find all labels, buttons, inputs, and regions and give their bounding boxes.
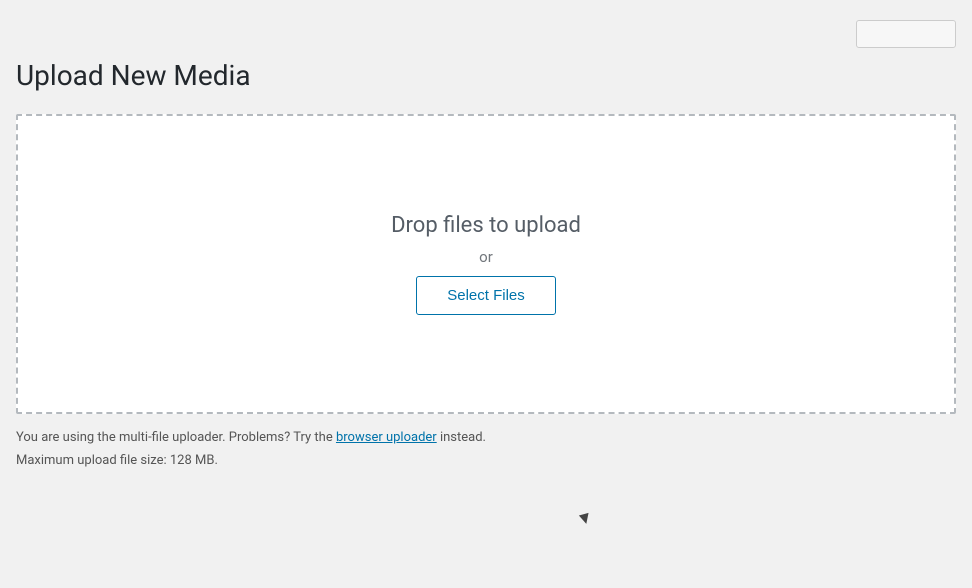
drop-files-text: Drop files to upload <box>391 213 581 238</box>
browser-uploader-link[interactable]: browser uploader <box>336 430 437 445</box>
uploader-info: You are using the multi-file uploader. P… <box>16 428 956 449</box>
max-size-text: Maximum upload file size: 128 MB. <box>16 453 956 468</box>
select-files-button[interactable]: Select Files <box>416 276 556 315</box>
page-wrapper: Upload New Media Drop files to upload or… <box>0 0 972 588</box>
upload-dropzone[interactable]: Drop files to upload or Select Files <box>16 114 956 414</box>
or-text: or <box>479 248 493 266</box>
info-prefix: You are using the multi-file uploader. P… <box>16 430 336 445</box>
top-bar <box>16 20 956 48</box>
top-bar-button[interactable] <box>856 20 956 48</box>
page-title: Upload New Media <box>16 58 956 94</box>
info-suffix: instead. <box>437 430 486 445</box>
cursor-indicator <box>580 514 592 532</box>
